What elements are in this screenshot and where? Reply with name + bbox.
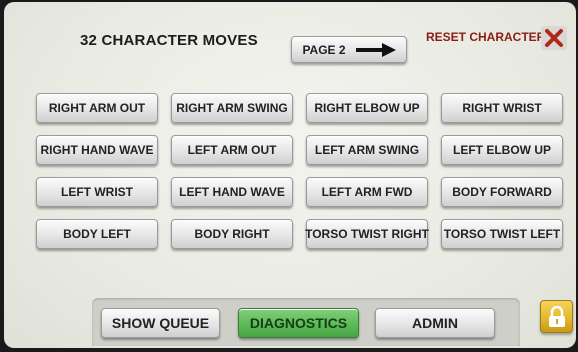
move-button[interactable]: RIGHT WRIST [441, 93, 563, 123]
move-button[interactable]: RIGHT ELBOW UP [306, 93, 428, 123]
admin-button[interactable]: ADMIN [375, 308, 495, 338]
moves-grid: RIGHT ARM OUT RIGHT ARM SWING RIGHT ELBO… [36, 93, 563, 249]
next-page-button[interactable]: PAGE 2 [291, 36, 407, 63]
diagnostics-button[interactable]: DIAGNOSTICS [238, 308, 359, 338]
move-button[interactable]: LEFT ARM FWD [306, 177, 428, 207]
move-button[interactable]: BODY FORWARD [441, 177, 563, 207]
reset-character-button[interactable] [541, 26, 567, 50]
arrow-right-icon [355, 42, 396, 57]
move-button[interactable]: RIGHT ARM SWING [171, 93, 293, 123]
move-button[interactable]: LEFT WRIST [36, 177, 158, 207]
move-button[interactable]: TORSO TWIST LEFT [441, 219, 563, 249]
move-button[interactable]: RIGHT ARM OUT [36, 93, 158, 123]
show-queue-button[interactable]: SHOW QUEUE [101, 308, 220, 338]
close-x-icon [545, 29, 563, 47]
move-button[interactable]: LEFT ARM SWING [306, 135, 428, 165]
page-button-label: PAGE 2 [302, 42, 346, 57]
move-button[interactable]: LEFT ARM OUT [171, 135, 293, 165]
move-button[interactable]: BODY LEFT [36, 219, 158, 249]
move-button[interactable]: LEFT HAND WAVE [171, 177, 293, 207]
move-button[interactable]: RIGHT HAND WAVE [36, 135, 158, 165]
move-button[interactable]: TORSO TWIST RIGHT [305, 219, 429, 249]
move-button[interactable]: LEFT ELBOW UP [441, 135, 563, 165]
page-title: 32 CHARACTER MOVES [80, 32, 258, 49]
lock-button[interactable] [540, 300, 573, 333]
lock-icon [548, 305, 565, 327]
move-button[interactable]: BODY RIGHT [171, 219, 293, 249]
touch-screen: 32 CHARACTER MOVES PAGE 2 RESET CHARACTE… [4, 2, 576, 348]
reset-character-label[interactable]: RESET CHARACTER [426, 30, 545, 44]
